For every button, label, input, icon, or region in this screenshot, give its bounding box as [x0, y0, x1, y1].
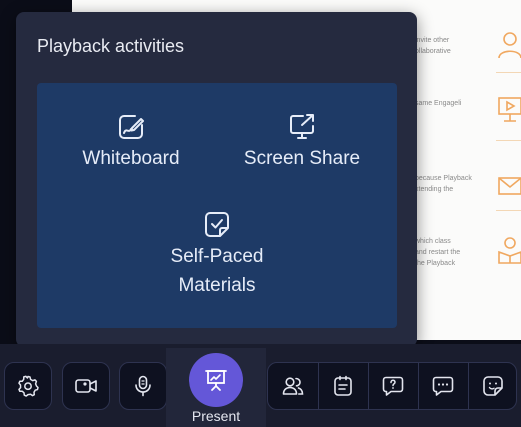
slide-divider: [496, 210, 521, 211]
gear-icon: [18, 375, 39, 397]
playback-activities-popup: Playback activities Whiteboard Screen Sh…: [16, 12, 417, 347]
screen-share-label: Screen Share: [243, 148, 361, 169]
settings-button[interactable]: [4, 362, 52, 410]
popup-title: Playback activities: [37, 36, 185, 56]
present-label: Present: [191, 408, 241, 424]
right-tool-group: [267, 362, 517, 410]
microphone-button[interactable]: [119, 362, 167, 410]
whiteboard-pencil-icon: [119, 115, 144, 139]
slide-text-row: same Engageli: [415, 100, 462, 107]
document-check-icon: [205, 212, 229, 237]
notes-button[interactable]: [318, 363, 368, 409]
present-area: Present: [166, 348, 266, 427]
question-icon: [382, 376, 404, 396]
slide-text-row: because Playback xtending the: [415, 175, 472, 193]
sticker-icon: [483, 376, 503, 396]
self-paced-materials-label: Self-Paced Materials: [170, 246, 264, 296]
person-icon: [498, 32, 521, 58]
video-camera-icon: [75, 379, 97, 393]
participants-button[interactable]: [268, 363, 318, 409]
slide-text-row: invite other ollaborative: [415, 37, 451, 55]
slide-divider: [496, 140, 521, 141]
slide-divider: [496, 72, 521, 73]
bottom-toolbar: Present: [0, 344, 521, 427]
screen-share-icon: [290, 114, 314, 139]
chat-icon: [432, 376, 454, 396]
camera-button[interactable]: [62, 362, 110, 410]
questions-button[interactable]: [368, 363, 418, 409]
present-button[interactable]: [189, 353, 243, 407]
activity-grid: Whiteboard Screen Share Self-Paced Mater…: [37, 83, 397, 328]
whiteboard-label: Whiteboard: [82, 148, 180, 169]
presentation-icon: [205, 370, 227, 391]
whiteboard-button[interactable]: Whiteboard: [73, 112, 189, 173]
reader-icon: [498, 237, 521, 264]
notes-icon: [334, 375, 352, 396]
screen-share-button[interactable]: Screen Share: [237, 112, 367, 173]
self-paced-materials-button[interactable]: Self-Paced Materials: [157, 210, 277, 300]
stickers-button[interactable]: [468, 363, 518, 409]
microphone-icon: [135, 375, 151, 397]
play-board-icon: [498, 97, 521, 122]
participants-icon: [282, 377, 304, 395]
slide-text-row: which class and restart the the Playback: [415, 238, 461, 267]
mail-icon: [498, 177, 521, 195]
chat-button[interactable]: [418, 363, 468, 409]
